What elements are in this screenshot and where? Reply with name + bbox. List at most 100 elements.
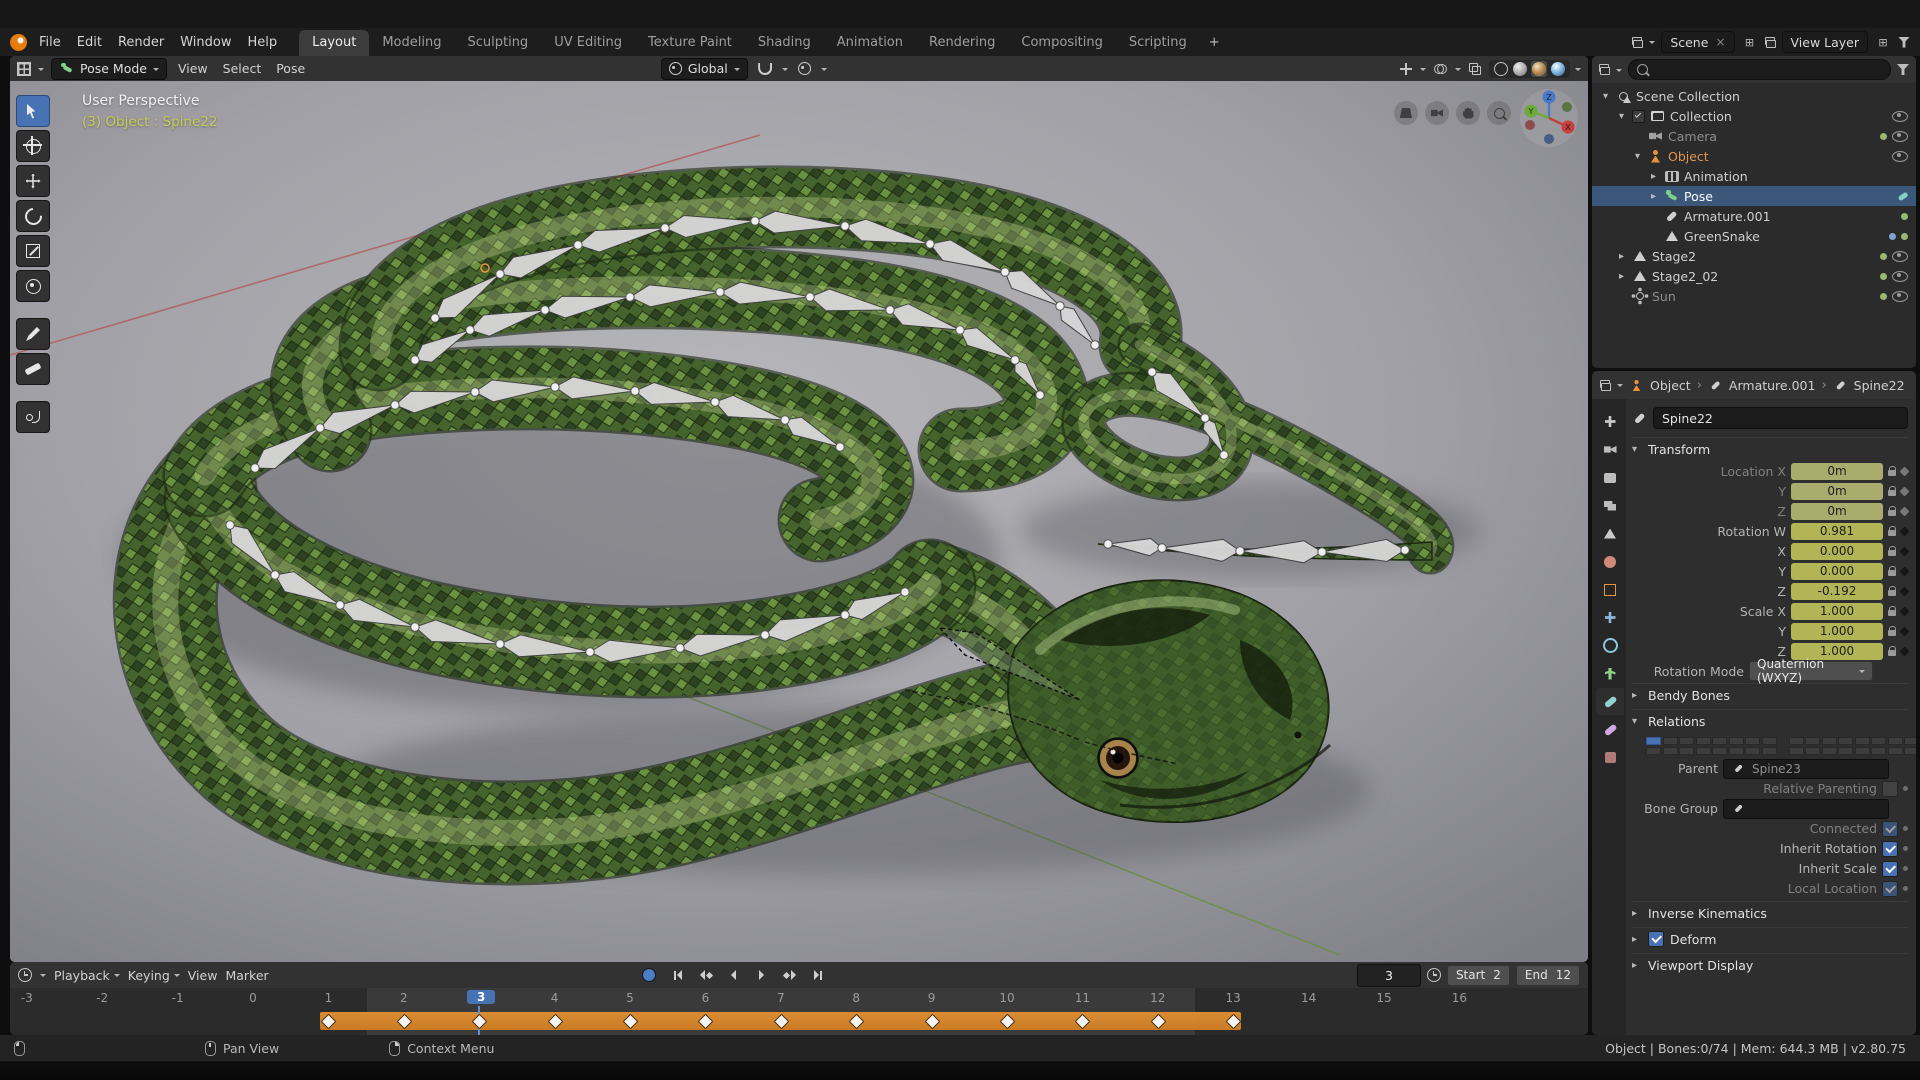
keyframe-diamond-icon[interactable] <box>1899 646 1910 656</box>
outliner-row-pose[interactable]: ▸ Pose <box>1592 186 1916 206</box>
tool-rotate[interactable] <box>16 200 50 232</box>
orientation-selector[interactable]: Global <box>660 57 748 80</box>
bone-layers-group-2[interactable] <box>1788 737 1916 755</box>
overlays-caret[interactable] <box>1455 67 1461 74</box>
ruler-label-0[interactable]: 0 <box>233 991 273 1005</box>
bone-layer-cell[interactable] <box>1788 737 1804 745</box>
scene-unlink-icon[interactable]: × <box>1715 35 1725 49</box>
ruler-label--1[interactable]: -1 <box>158 991 198 1005</box>
use-preview-range-icon[interactable] <box>1426 968 1441 982</box>
timeline-track-area[interactable]: -3 -2 -1 0 1 2 3 4 5 6 7 8 9 10 11 12 13 14 15 16 <box>10 988 1588 1035</box>
workspace-tab-sculpting[interactable]: Sculpting <box>454 30 541 56</box>
bone-layer-cell[interactable] <box>1695 737 1711 745</box>
ruler-label-6[interactable]: 6 <box>685 991 725 1005</box>
workspace-tab-texture-paint[interactable]: Texture Paint <box>635 30 745 56</box>
bone-layer-cell[interactable] <box>1728 746 1744 755</box>
outliner-row-scene-collection[interactable]: ▾ Scene Collection <box>1592 86 1916 106</box>
transform-value-field[interactable]: 0.000 <box>1791 542 1883 560</box>
tool-scale[interactable] <box>16 235 50 267</box>
bone-layer-cell[interactable] <box>1662 746 1678 755</box>
ruler-label-11[interactable]: 11 <box>1062 991 1102 1005</box>
topbar-menu-render[interactable]: Render <box>118 35 164 50</box>
next-keyframe-button[interactable] <box>778 966 802 984</box>
transform-value-field[interactable]: 0m <box>1791 462 1883 480</box>
pan-button[interactable] <box>1456 101 1480 125</box>
tool-cursor[interactable] <box>16 130 50 162</box>
gizmo-toggle[interactable] <box>1397 59 1415 79</box>
zoom-button[interactable] <box>1487 101 1511 125</box>
ruler-label-4[interactable]: 4 <box>535 991 575 1005</box>
ruler-label-14[interactable]: 14 <box>1289 991 1329 1005</box>
filter-icon[interactable] <box>1898 36 1910 48</box>
bone-layer-cell[interactable] <box>1805 737 1820 745</box>
ruler-label-10[interactable]: 10 <box>987 991 1027 1005</box>
ruler-label-7[interactable]: 7 <box>761 991 801 1005</box>
bone-layer-cell[interactable] <box>1805 746 1820 755</box>
properties-editor-caret[interactable] <box>1617 384 1623 390</box>
lock-icon[interactable] <box>1888 466 1897 476</box>
transform-value-field[interactable]: 0m <box>1791 482 1883 500</box>
workspace-tab-compositing[interactable]: Compositing <box>1008 30 1116 56</box>
jump-to-start-button[interactable] <box>666 966 690 984</box>
bone-layer-cell[interactable] <box>1838 746 1853 755</box>
outliner-row-animation[interactable]: ▸ Animation <box>1592 166 1916 186</box>
menu-select[interactable]: Select <box>219 61 266 76</box>
ruler-label-15[interactable]: 15 <box>1364 991 1404 1005</box>
outliner-row-stage2-02[interactable]: ▸ Stage2_02 <box>1592 266 1916 286</box>
shading-solid-button[interactable] <box>1512 61 1528 77</box>
ruler-label-2[interactable]: 2 <box>384 991 424 1005</box>
section-transform[interactable]: ▾ Transform <box>1632 437 1908 461</box>
outliner-search-input[interactable] <box>1654 61 1882 78</box>
menu-pose[interactable]: Pose <box>272 61 309 76</box>
menu-tl-view[interactable]: View <box>188 968 218 983</box>
ruler-label-12[interactable]: 12 <box>1138 991 1178 1005</box>
tool-transform[interactable] <box>16 270 50 302</box>
editor-type-caret[interactable] <box>38 67 44 74</box>
expand-arrow[interactable]: ▾ <box>1616 111 1627 122</box>
mode-selector[interactable]: Pose Mode <box>51 57 167 80</box>
lock-icon[interactable] <box>1888 586 1897 596</box>
properties-tab-object[interactable] <box>1596 576 1624 603</box>
viewport-canvas[interactable]: User Perspective (3) Object : Spine22 Z … <box>10 81 1588 962</box>
timeline-editor-icon[interactable] <box>18 968 32 982</box>
navigation-gizmo[interactable]: Z Y X <box>1518 87 1580 149</box>
local-location-checkbox[interactable] <box>1882 880 1898 897</box>
expand-arrow[interactable]: ▸ <box>1616 271 1627 282</box>
proportional-edit-toggle[interactable] <box>795 59 814 79</box>
keyframe-diamond-icon[interactable] <box>1899 586 1910 596</box>
bone-layer-cell[interactable] <box>1728 737 1744 745</box>
lock-icon[interactable] <box>1888 486 1897 496</box>
play-reverse-button[interactable] <box>722 966 746 984</box>
eye-icon[interactable] <box>1892 250 1908 262</box>
rotation-mode-dropdown[interactable]: Quaternion (WXYZ) <box>1749 657 1873 685</box>
tool-select-box[interactable] <box>16 95 50 127</box>
lock-icon[interactable] <box>1888 506 1897 516</box>
play-button[interactable] <box>750 966 774 984</box>
menu-view[interactable]: View <box>174 61 212 76</box>
blender-logo-icon[interactable] <box>10 33 27 51</box>
relative-parenting-checkbox[interactable] <box>1882 780 1898 797</box>
bone-layer-cell[interactable] <box>1679 737 1694 745</box>
outliner-search[interactable] <box>1628 59 1891 80</box>
auto-key-button[interactable] <box>641 968 656 982</box>
workspace-tab-modeling[interactable]: Modeling <box>369 30 454 56</box>
menu-playback[interactable]: Playback <box>54 968 120 983</box>
ruler-label--2[interactable]: -2 <box>82 991 122 1005</box>
topbar-menu-file[interactable]: File <box>39 35 61 50</box>
properties-tab-object-data[interactable] <box>1596 660 1624 687</box>
lock-icon[interactable] <box>1888 646 1897 656</box>
shading-wireframe-button[interactable] <box>1493 61 1509 77</box>
bone-layer-cell[interactable] <box>1712 737 1727 745</box>
keyframe-diamond-icon[interactable] <box>1899 466 1910 476</box>
bone-layer-cell[interactable] <box>1871 737 1886 745</box>
overlays-toggle[interactable] <box>1431 59 1450 79</box>
workspace-tab-shading[interactable]: Shading <box>745 30 824 56</box>
bone-layer-cell[interactable] <box>1695 746 1711 755</box>
ruler-label--3[interactable]: -3 <box>10 991 47 1005</box>
section-bendy-bones[interactable]: ▸ Bendy Bones <box>1632 683 1908 707</box>
workspace-tab-rendering[interactable]: Rendering <box>916 30 1008 56</box>
section-relations[interactable]: ▾ Relations <box>1632 709 1908 733</box>
bone-layer-cell[interactable] <box>1788 746 1804 755</box>
keyframe-diamond-icon[interactable] <box>1899 526 1910 536</box>
expand-arrow[interactable]: ▸ <box>1648 171 1659 182</box>
